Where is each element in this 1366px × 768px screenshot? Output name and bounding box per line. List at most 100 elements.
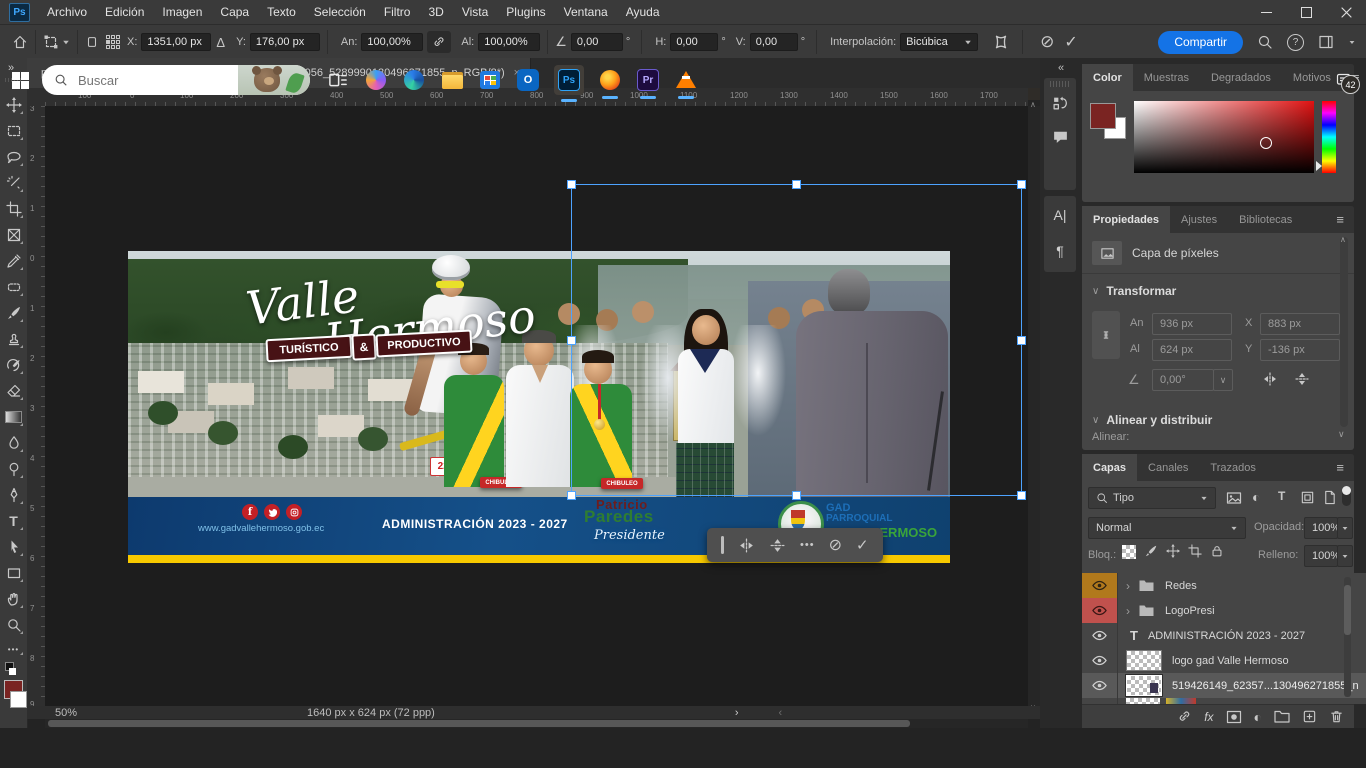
reference-point-grid-icon[interactable] xyxy=(105,34,121,50)
blur-tool-icon[interactable] xyxy=(3,432,24,453)
premiere-icon[interactable]: Pr xyxy=(636,68,660,92)
interpolation-select[interactable]: Bicúbica xyxy=(900,33,978,51)
chevron-down-icon[interactable]: ∨ xyxy=(1092,415,1099,426)
minimize-icon[interactable] xyxy=(1246,0,1286,24)
default-colors-icon[interactable] xyxy=(5,662,16,675)
task-view-button[interactable] xyxy=(326,68,350,92)
scroll-up-icon[interactable]: ∧ xyxy=(1340,235,1346,244)
flip-horizontal-icon[interactable] xyxy=(738,537,755,554)
x-field[interactable]: 883 px xyxy=(1260,313,1340,335)
rotation-dropdown[interactable]: ∨ xyxy=(1213,369,1233,391)
canvas-viewport[interactable]: 222 CHIBULEO xyxy=(45,106,1028,708)
lock-position-icon[interactable] xyxy=(1166,544,1180,558)
lock-pixels-icon[interactable] xyxy=(1144,544,1158,558)
canvas-vertical-scrollbar[interactable]: ∧ ∨ xyxy=(1028,106,1040,708)
move-tool-icon[interactable] xyxy=(3,94,24,115)
brush-tool-icon[interactable] xyxy=(3,302,24,323)
flip-horizontal-icon[interactable] xyxy=(1262,371,1278,387)
menu-ventana[interactable]: Ventana xyxy=(555,5,617,19)
visibility-cell[interactable] xyxy=(1082,598,1118,623)
dodge-tool-icon[interactable] xyxy=(3,458,24,479)
healing-brush-tool-icon[interactable] xyxy=(3,276,24,297)
chevron-down-icon[interactable] xyxy=(63,40,69,44)
v-skew-input[interactable] xyxy=(750,33,798,51)
eyedropper-tool-icon[interactable] xyxy=(3,250,24,271)
background-color-swatch[interactable] xyxy=(10,691,27,708)
menu-plugins[interactable]: Plugins xyxy=(497,5,554,19)
height-input[interactable] xyxy=(478,33,540,51)
gradient-tool-icon[interactable] xyxy=(3,406,24,427)
more-options-icon[interactable]: ••• xyxy=(800,539,815,551)
lock-all-icon[interactable] xyxy=(1210,544,1224,558)
comments-panel-icon[interactable] xyxy=(1044,119,1076,153)
h-skew-input[interactable] xyxy=(670,33,718,51)
x-input[interactable] xyxy=(141,33,211,51)
menu-capa[interactable]: Capa xyxy=(211,5,258,19)
rotation-field[interactable]: 0,00° xyxy=(1152,369,1214,391)
angle-input[interactable] xyxy=(571,33,623,51)
notification-center[interactable]: 42 xyxy=(1335,72,1352,88)
link-layers-icon[interactable] xyxy=(1177,709,1192,724)
commit-icon[interactable]: ✓ xyxy=(856,536,869,554)
layer-row-logo-gad[interactable]: logo gad Valle Hermoso xyxy=(1082,648,1366,674)
opacity-field[interactable]: 100% xyxy=(1304,517,1338,539)
drag-handle[interactable] xyxy=(721,536,724,554)
cancel-icon[interactable]: ⊘ xyxy=(829,535,842,555)
add-adjustment-layer-icon[interactable]: ◐ xyxy=(1254,709,1262,725)
hand-tool-icon[interactable] xyxy=(3,588,24,609)
tab-capas[interactable]: Capas xyxy=(1082,454,1137,481)
search-input[interactable] xyxy=(76,72,210,89)
filter-pixel-layers-icon[interactable] xyxy=(1226,490,1242,506)
blend-mode-select[interactable]: Normal xyxy=(1088,517,1246,539)
tab-degradados[interactable]: Degradados xyxy=(1200,64,1282,91)
panel-menu-icon[interactable]: ≡ xyxy=(1326,212,1354,227)
type-tool-icon[interactable]: T xyxy=(3,510,24,531)
layer-row-redes[interactable]: › Redes xyxy=(1082,573,1366,599)
zoom-tool-icon[interactable] xyxy=(3,614,24,635)
visibility-cell[interactable] xyxy=(1082,623,1118,648)
hue-slider[interactable] xyxy=(1322,101,1336,173)
add-mask-icon[interactable] xyxy=(1226,710,1242,724)
edit-toolbar-icon[interactable]: ••• xyxy=(3,642,24,656)
opacity-dropdown[interactable] xyxy=(1337,517,1353,539)
home-icon[interactable] xyxy=(12,34,28,50)
transform-handle[interactable] xyxy=(1017,180,1026,189)
history-brush-tool-icon[interactable] xyxy=(3,354,24,375)
collapse-panels-icon[interactable]: « xyxy=(1058,62,1064,74)
flip-vertical-icon[interactable] xyxy=(1294,371,1310,387)
transform-handle[interactable] xyxy=(1017,491,1026,500)
document-canvas[interactable]: 222 CHIBULEO xyxy=(128,251,950,563)
width-field[interactable]: 936 px xyxy=(1152,313,1232,335)
history-panel-icon[interactable] xyxy=(1044,87,1076,119)
transform-handle[interactable] xyxy=(567,180,576,189)
share-button[interactable]: Compartir xyxy=(1158,31,1243,54)
panel-menu-icon[interactable]: ≡ xyxy=(1326,460,1354,475)
layer-filter-select[interactable]: Tipo xyxy=(1088,487,1216,509)
frame-tool-icon[interactable] xyxy=(3,224,24,245)
character-panel-icon[interactable]: A| xyxy=(1044,196,1076,234)
y-input[interactable] xyxy=(250,33,320,51)
lock-transparency-icon[interactable] xyxy=(1122,545,1136,559)
menu-edicion[interactable]: Edición xyxy=(96,5,153,19)
delta-icon[interactable]: Δ xyxy=(216,35,225,50)
transform-handle[interactable] xyxy=(1017,336,1026,345)
expand-group-icon[interactable]: › xyxy=(1126,604,1130,618)
tab-ajustes[interactable]: Ajustes xyxy=(1170,206,1228,233)
crop-tool-icon[interactable] xyxy=(3,198,24,219)
fill-field[interactable]: 100% xyxy=(1304,545,1338,567)
status-collapse-icon[interactable]: ‹ xyxy=(779,707,783,719)
menu-texto[interactable]: Texto xyxy=(258,5,305,19)
path-selection-tool-icon[interactable] xyxy=(3,536,24,557)
transform-handle[interactable] xyxy=(567,336,576,345)
width-input[interactable] xyxy=(361,33,423,51)
menu-ayuda[interactable]: Ayuda xyxy=(617,5,669,19)
flip-vertical-icon[interactable] xyxy=(769,537,786,554)
rectangle-tool-icon[interactable] xyxy=(3,562,24,583)
transform-handle[interactable] xyxy=(792,491,801,500)
chevron-down-icon[interactable]: ∨ xyxy=(1338,429,1345,440)
layer-effects-icon[interactable]: fx xyxy=(1204,710,1213,724)
lasso-tool-icon[interactable] xyxy=(3,146,24,167)
marquee-tool-icon[interactable] xyxy=(3,120,24,141)
transform-handle[interactable] xyxy=(567,491,576,500)
reference-point-square-icon[interactable] xyxy=(85,35,99,49)
